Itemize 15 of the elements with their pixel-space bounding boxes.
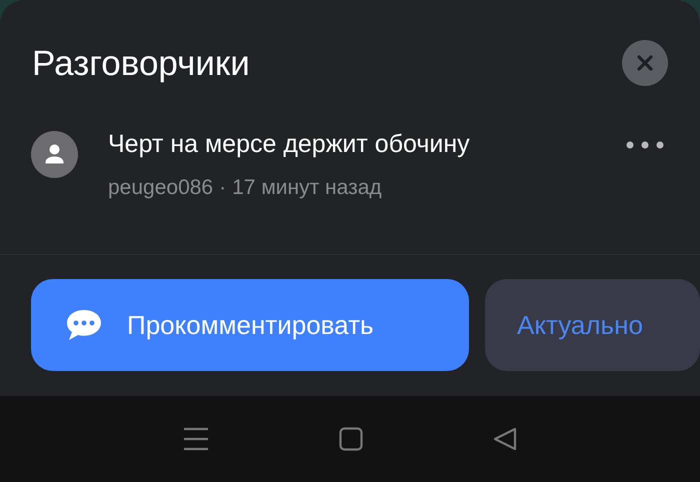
relevant-button[interactable]: Актуально bbox=[485, 279, 700, 371]
separator: · bbox=[219, 175, 226, 201]
avatar-icon bbox=[31, 131, 78, 178]
more-icon[interactable] bbox=[626, 141, 664, 149]
close-button[interactable] bbox=[622, 40, 668, 86]
comment-button[interactable]: Прокомментировать bbox=[31, 279, 469, 371]
comment-time: 17 минут назад bbox=[232, 175, 382, 201]
author-name[interactable]: peugeo086 bbox=[108, 175, 214, 201]
menu-icon[interactable] bbox=[183, 427, 209, 451]
speech-bubble-icon bbox=[65, 308, 103, 342]
back-icon[interactable] bbox=[493, 427, 517, 451]
comment-text: Черт на мерсе держит обочину bbox=[108, 129, 471, 159]
sheet-title: Разговорчики bbox=[32, 46, 250, 80]
home-icon[interactable] bbox=[339, 427, 363, 451]
close-icon bbox=[637, 55, 653, 71]
